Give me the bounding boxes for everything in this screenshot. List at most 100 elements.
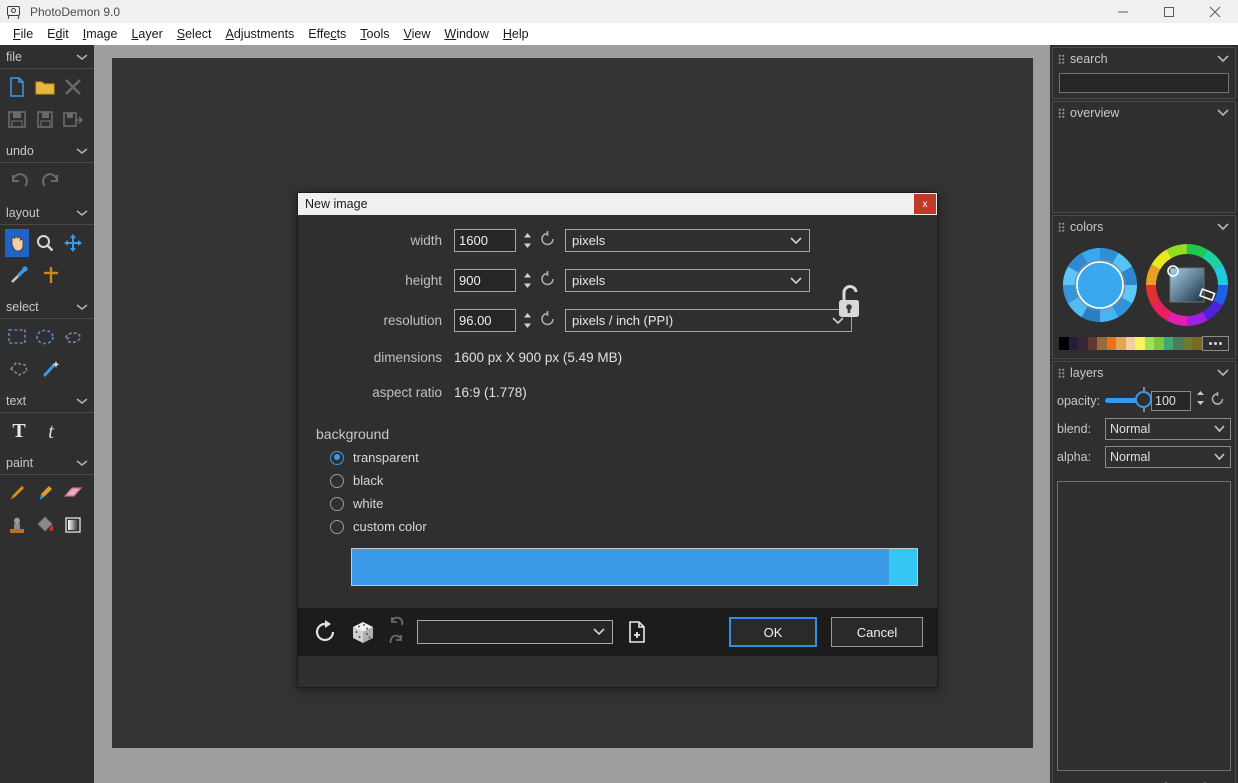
custom-color-picker[interactable] [351,548,918,586]
search-input[interactable] [1059,73,1229,93]
alpha-mode-select[interactable]: Normal [1105,446,1231,468]
text-tool-icon[interactable]: T [5,417,33,445]
new-image-icon[interactable] [5,73,29,101]
resolution-unit-select[interactable]: pixels / inch (PPI) [565,309,852,332]
eraser-tool-icon[interactable] [61,479,85,507]
left-section-text[interactable]: text [0,389,94,413]
height-input[interactable]: 900 [454,269,516,292]
save-icon[interactable] [5,105,29,133]
radio-transparent-indicator[interactable] [330,451,344,465]
open-image-icon[interactable] [33,73,57,101]
drag-grip-icon[interactable] [1058,222,1065,233]
palette-swatch[interactable] [1059,337,1069,350]
drag-grip-icon[interactable] [1058,108,1065,119]
rect-select-icon[interactable] [5,323,29,351]
palette-swatch[interactable] [1164,337,1174,350]
left-section-paint[interactable]: paint [0,451,94,475]
color-variations-wheel[interactable] [1061,246,1139,329]
left-section-layout[interactable]: layout [0,201,94,225]
menu-view[interactable]: View [396,24,437,44]
resolution-spinner[interactable] [521,311,534,330]
custom-color-secondary[interactable] [889,549,917,585]
dialog-close-button[interactable]: x [914,194,936,214]
search-header[interactable]: search [1053,48,1235,70]
polygon-select-icon[interactable] [5,355,33,383]
height-unit-select[interactable]: pixels [565,269,810,292]
opacity-slider[interactable] [1105,398,1143,403]
move-tool-icon[interactable] [61,229,85,257]
fancy-text-tool-icon[interactable]: t [37,417,65,445]
save-copy-icon[interactable] [61,105,85,133]
cancel-button[interactable]: Cancel [831,617,923,647]
blend-mode-select[interactable]: Normal [1105,418,1231,440]
menu-edit[interactable]: Edit [40,24,76,44]
undo-icon[interactable] [388,614,405,632]
menu-tools[interactable]: Tools [353,24,396,44]
layer-list[interactable] [1057,481,1231,771]
colors-header[interactable]: colors [1053,216,1235,238]
eyedropper-tool-icon[interactable] [5,261,33,289]
redo-icon[interactable] [37,167,65,195]
radio-custom-color-indicator[interactable] [330,520,344,534]
radio-white-indicator[interactable] [330,497,344,511]
hand-tool-icon[interactable] [5,229,29,257]
ok-button[interactable]: OK [729,617,817,647]
palette-swatch[interactable] [1145,337,1155,350]
left-section-file[interactable]: file [0,45,94,69]
layers-header[interactable]: layers [1053,362,1235,384]
paint-bucket-icon[interactable] [33,511,57,539]
ellipse-select-icon[interactable] [33,323,57,351]
close-image-icon[interactable] [61,73,85,101]
radio-transparent[interactable]: transparent [298,450,937,465]
palette-swatch[interactable] [1078,337,1088,350]
palette-swatch[interactable] [1126,337,1136,350]
palette-swatch[interactable] [1107,337,1117,350]
opacity-spinner[interactable] [1195,389,1206,412]
resolution-input[interactable]: 96.00 [454,309,516,332]
save-as-icon[interactable] [33,105,57,133]
palette-swatch[interactable] [1088,337,1098,350]
palette-swatch[interactable] [1097,337,1107,350]
radio-black[interactable]: black [298,473,937,488]
palette-swatch[interactable] [1173,337,1183,350]
resolution-reset-icon[interactable] [539,310,556,332]
undo-icon[interactable] [5,167,33,195]
overview-header[interactable]: overview [1053,102,1235,124]
unlocked-padlock-icon[interactable] [832,281,866,330]
radio-white[interactable]: white [298,496,937,511]
opacity-reset-icon[interactable] [1210,391,1225,411]
magic-wand-icon[interactable] [37,355,65,383]
custom-color-primary[interactable] [352,549,889,585]
brush-tool-icon[interactable] [33,479,57,507]
opacity-input[interactable]: 100 [1151,391,1191,411]
lasso-select-icon[interactable] [61,323,85,351]
width-spinner[interactable] [521,231,534,250]
palette-swatch[interactable] [1069,337,1079,350]
menu-select[interactable]: Select [170,24,219,44]
menu-file[interactable]: File [6,24,40,44]
preset-select[interactable] [417,620,613,644]
zoom-tool-icon[interactable] [33,229,57,257]
redo-icon[interactable] [388,632,405,650]
pencil-tool-icon[interactable] [5,479,29,507]
palette-swatch[interactable] [1183,337,1193,350]
maximize-icon[interactable] [1146,0,1192,23]
left-section-select[interactable]: select [0,295,94,319]
drag-grip-icon[interactable] [1058,368,1065,379]
width-input[interactable]: 1600 [454,229,516,252]
radio-custom-color[interactable]: custom color [298,519,937,534]
menu-layer[interactable]: Layer [124,24,169,44]
more-colors-button[interactable] [1202,336,1229,351]
gradient-tool-icon[interactable] [61,511,85,539]
save-preset-icon[interactable] [627,620,647,644]
menu-window[interactable]: Window [437,24,495,44]
menu-help[interactable]: Help [496,24,536,44]
color-picker-wheel[interactable] [1146,244,1228,331]
palette-swatch[interactable] [1154,337,1164,350]
menu-adjustments[interactable]: Adjustments [219,24,302,44]
height-reset-icon[interactable] [539,270,556,292]
dice-icon[interactable] [350,619,376,645]
minimize-icon[interactable] [1100,0,1146,23]
clone-stamp-icon[interactable] [5,511,29,539]
palette-swatch[interactable] [1135,337,1145,350]
